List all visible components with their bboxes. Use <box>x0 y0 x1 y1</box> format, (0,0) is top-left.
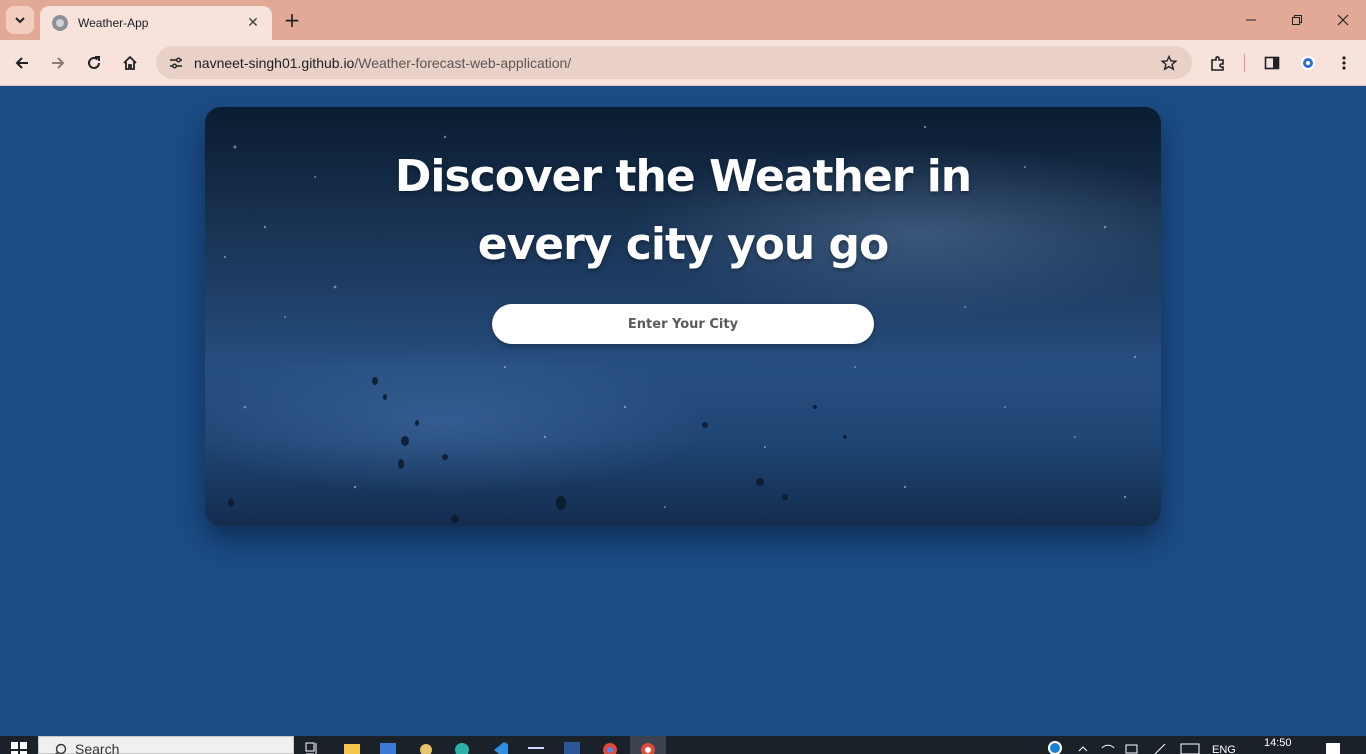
headline-line-2: every city you go <box>477 219 890 270</box>
language-indicator[interactable]: ENG <box>1212 744 1236 754</box>
clock-time[interactable]: 14:50 <box>1264 737 1292 749</box>
side-panel-icon[interactable] <box>1258 49 1286 77</box>
windows-taskbar: Search ENG 14:50 <box>0 736 1366 754</box>
search-icon <box>55 743 67 754</box>
globe-icon <box>52 15 68 31</box>
tray-chevron-up-icon[interactable] <box>1074 736 1092 754</box>
battery-icon[interactable] <box>1122 736 1142 754</box>
windows-start-button[interactable] <box>0 736 38 754</box>
home-icon[interactable] <box>116 49 144 77</box>
chrome-icon[interactable] <box>598 736 622 754</box>
pen-icon[interactable] <box>1150 736 1170 754</box>
back-icon[interactable] <box>8 49 36 77</box>
extensions-icon[interactable] <box>1204 49 1232 77</box>
plus-icon[interactable]: + <box>280 8 304 32</box>
edge-browser-icon[interactable] <box>450 736 474 754</box>
url-host: navneet-singh01.github.io <box>194 54 355 71</box>
file-explorer-icon[interactable] <box>340 736 364 754</box>
windows-logo-icon <box>11 742 27 754</box>
taskbar-search-label: Search <box>75 741 120 754</box>
tab-title: Weather-App <box>78 16 149 30</box>
photos-app-icon[interactable] <box>376 736 400 754</box>
chevron-down-icon <box>15 17 25 24</box>
word-icon[interactable] <box>560 736 584 754</box>
browser-tab-bar: Weather-App ✕ + <box>0 0 1366 40</box>
browser-toolbar: navneet-singh01.github.io/Weather-foreca… <box>0 40 1366 86</box>
star-icon[interactable] <box>1158 52 1180 74</box>
url-path: /Weather-forecast-web-application/ <box>354 54 572 71</box>
profile-icon[interactable] <box>1294 49 1322 77</box>
address-bar[interactable]: navneet-singh01.github.io/Weather-foreca… <box>156 46 1192 79</box>
browser-tab[interactable]: Weather-App ✕ <box>40 6 272 40</box>
reload-icon[interactable] <box>80 49 108 77</box>
keyboard-icon[interactable] <box>1178 736 1202 754</box>
forward-icon[interactable] <box>44 49 72 77</box>
minimize-icon[interactable] <box>1228 0 1274 40</box>
notifications-icon[interactable] <box>1322 736 1344 754</box>
app-icon-2[interactable] <box>524 736 548 754</box>
site-info-icon[interactable] <box>160 49 192 77</box>
task-view-icon[interactable] <box>300 736 324 754</box>
close-window-icon[interactable] <box>1320 0 1366 40</box>
chrome-active-icon[interactable] <box>630 736 666 754</box>
close-icon[interactable]: ✕ <box>244 14 262 32</box>
wifi-icon[interactable] <box>1098 736 1118 754</box>
headline-line-1: Discover the Weather in <box>394 151 972 202</box>
help-icon[interactable] <box>1044 736 1066 754</box>
app-icon[interactable] <box>414 736 438 754</box>
hero-headline: Discover the Weather in every city you g… <box>205 143 1161 279</box>
city-search-input[interactable] <box>492 304 874 344</box>
toolbar-separator <box>1244 54 1245 72</box>
url-text: navneet-singh01.github.io/Weather-foreca… <box>194 55 571 71</box>
restore-icon[interactable] <box>1274 0 1320 40</box>
weather-hero-card: Discover the Weather in every city you g… <box>205 107 1161 526</box>
vscode-icon[interactable] <box>488 736 512 754</box>
taskbar-search-box[interactable]: Search <box>38 736 294 754</box>
tab-search-button[interactable] <box>6 6 34 34</box>
menu-icon[interactable] <box>1330 49 1358 77</box>
